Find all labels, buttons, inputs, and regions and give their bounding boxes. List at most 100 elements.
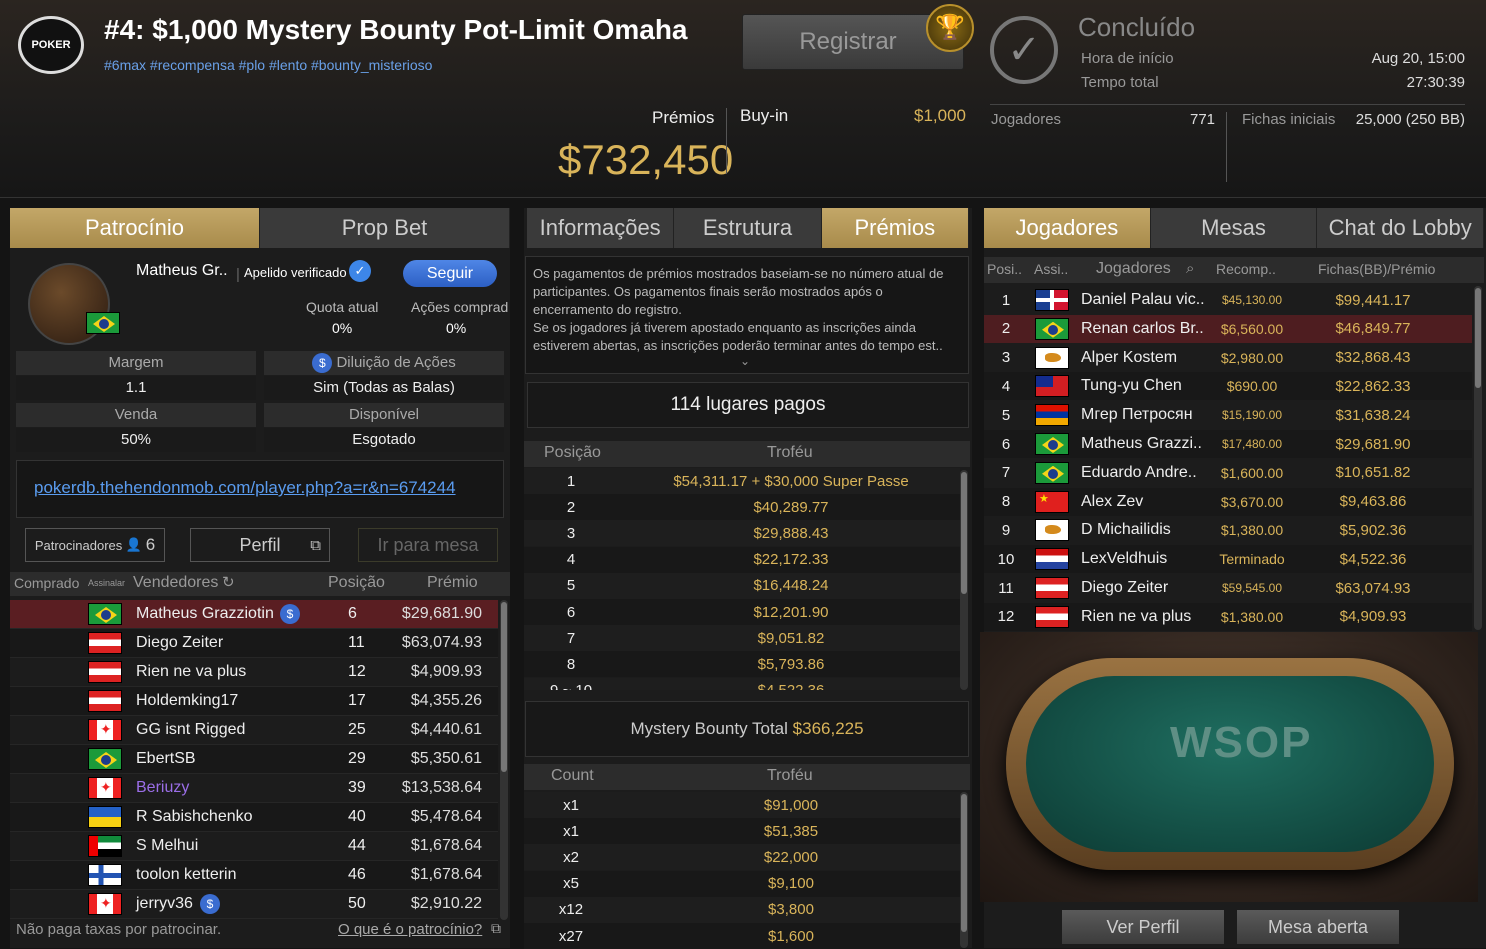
seller-position: 11 (348, 634, 365, 651)
player-position: 10 (997, 550, 1015, 568)
tab-structure[interactable]: Estrutura (674, 208, 822, 248)
sellers-scrollbar[interactable] (500, 600, 508, 920)
at-flag-icon (88, 632, 122, 654)
bounty-trophy: $22,000 (763, 848, 819, 866)
col-trophy: Troféu (767, 767, 813, 784)
table-row[interactable]: Diego Zeiter 11 $63,074.93 (10, 629, 498, 658)
players-scrollbar[interactable] (1474, 286, 1482, 630)
table-row[interactable]: EbertSB 29 $5,350.61 (10, 745, 498, 774)
seller-name: Matheus Grazziotin (136, 605, 274, 622)
player-prize: $29,681.90 (1335, 435, 1411, 453)
prize-row: 3 $29,888.43 (524, 520, 960, 547)
seller-prize: $4,440.61 (410, 721, 482, 738)
tab-prop-bet[interactable]: Prop Bet (260, 208, 510, 248)
table-row[interactable]: R Sabishchenko 40 $5,478.64 (10, 803, 498, 832)
seller-position: 12 (348, 663, 366, 680)
follow-button[interactable]: Seguir (403, 260, 497, 287)
table-row[interactable]: 7 Eduardo Andre.. $1,600.00 $10,651.82 (984, 458, 1472, 487)
open-table-button[interactable]: Mesa aberta (1237, 910, 1399, 944)
search-icon[interactable]: ⌕ (1186, 260, 1194, 277)
table-row[interactable]: 12 Rien ne va plus $1,380.00 $4,909.93 (984, 602, 1472, 631)
tournament-tags[interactable]: #6max #recompensa #plo #lento #bounty_mi… (104, 57, 432, 73)
col-position[interactable]: Posi.. (987, 261, 1022, 277)
player-name: Daniel Palau vic.. (1081, 291, 1205, 308)
table-row[interactable]: toolon ketterin 46 $1,678.64 (10, 861, 498, 890)
table-row[interactable]: 1 Daniel Palau vic.. $45,130.00 $99,441.17 (984, 286, 1472, 314)
col-players[interactable]: Jogadores (1096, 260, 1171, 278)
hendonmob-link[interactable]: pokerdb.thehendonmob.com/player.php?a=r&… (34, 478, 456, 498)
starting-chips-label: Fichas iniciais (1242, 111, 1336, 128)
sale-label: Venda (16, 403, 256, 427)
total-time-label: Tempo total (1081, 74, 1159, 91)
quota-value: 0% (332, 320, 353, 336)
player-name: Rien ne va plus (1081, 607, 1192, 625)
tab-info[interactable]: Informações (527, 208, 675, 248)
bounty-row: x1 $91,000 (524, 792, 960, 818)
col-chips-prize[interactable]: Fichas(BB)/Prémio (1318, 261, 1435, 277)
sponsors-button[interactable]: Patrocinadores 👤 6 (25, 528, 165, 562)
player-bounty: $1,380.00 (1220, 522, 1284, 539)
player-bounty: $690.00 (1226, 378, 1278, 395)
view-profile-button[interactable]: Ver Perfil (1062, 910, 1224, 944)
table-row[interactable]: Rien ne va plus 12 $4,909.93 (10, 658, 498, 687)
prize-scrollbar[interactable] (960, 470, 968, 690)
chevron-down-icon[interactable]: ⌄ (740, 354, 750, 368)
table-row[interactable]: 4 Tung-yu Chen $690.00 $22,862.33 (984, 372, 1472, 401)
payout-info-text: Os pagamentos de prémios mostrados basei… (533, 266, 944, 353)
seller-position: 29 (348, 750, 366, 767)
tab-players[interactable]: Jogadores (984, 208, 1151, 248)
col-position[interactable]: Posição (328, 574, 385, 592)
sponsorship-help-link[interactable]: O que é o patrocínio? (338, 921, 482, 938)
tab-prizes[interactable]: Prémios (821, 208, 969, 248)
player-position: 12 (997, 608, 1015, 626)
prize-position: 6 (566, 603, 576, 621)
player-bounty: $1,600.00 (1220, 464, 1284, 481)
table-row[interactable]: Matheus Grazziotin $6 $29,681.90 (10, 600, 498, 629)
player-prize: $46,849.77 (1335, 320, 1411, 338)
table-row[interactable]: jerryv36 $50 $2,910.22 (10, 890, 498, 919)
player-bounty: $6,560.00 (1220, 320, 1284, 337)
tab-lobby-chat[interactable]: Chat do Lobby (1317, 208, 1485, 248)
prize-row: 7 $9,051.82 (524, 625, 960, 652)
profile-button[interactable]: Perfil ⧉ (190, 528, 330, 562)
table-row[interactable]: 8 Alex Zev $3,670.00 $9,463.86 (984, 487, 1472, 516)
player-prize: $63,074.93 (1335, 579, 1411, 597)
table-row[interactable]: Beriuzy 39 $13,538.64 (10, 774, 498, 803)
table-logo: WSOP (1170, 718, 1313, 767)
table-row[interactable]: 3 Alper Kostem $2,980.00 $32,868.43 (984, 343, 1472, 372)
margin-label: Margem (16, 351, 256, 375)
tab-sponsorship[interactable]: Patrocínio (10, 208, 260, 248)
prize-trophy: $4,522.36 (618, 682, 964, 690)
player-name: Matheus Gr.. (136, 262, 228, 279)
mystery-bounty-value: $366,225 (792, 719, 864, 738)
coin-icon: $ (280, 604, 300, 624)
col-mark[interactable]: Assi.. (1034, 261, 1068, 277)
table-row[interactable]: 5 Мгер Петросян $15,190.00 $31,638.24 (984, 401, 1472, 430)
seller-name: Rien ne va plus (136, 663, 247, 680)
player-bounty: $45,130.00 (1221, 293, 1283, 307)
nl-flag-icon (1035, 548, 1069, 571)
cy-flag-icon (1035, 519, 1069, 542)
col-bounty[interactable]: Recomp.. (1216, 261, 1276, 277)
bounty-count: x5 (563, 875, 579, 893)
table-row[interactable]: GG isnt Rigged 25 $4,440.61 (10, 716, 498, 745)
table-row[interactable]: 2 Renan carlos Br.. $6,560.00 $46,849.77 (984, 314, 1472, 343)
tab-tables[interactable]: Mesas (1150, 208, 1318, 248)
prize-position: 3 (566, 524, 576, 542)
table-row[interactable]: Holdemking17 17 $4,355.26 (10, 687, 498, 716)
refresh-icon[interactable]: ↻ (222, 573, 235, 591)
player-prize: $9,463.86 (1339, 493, 1407, 511)
table-row[interactable]: 10 LexVeldhuis Terminado $4,522.36 (984, 545, 1472, 574)
player-name: Alper Kostem (1081, 348, 1178, 366)
player-prize: $32,868.43 (1335, 349, 1411, 367)
bounty-scrollbar[interactable] (960, 792, 968, 948)
table-row[interactable]: 6 Matheus Grazzi.. $17,480.00 $29,681.90 (984, 430, 1472, 458)
table-row[interactable]: S Melhui 44 $1,678.64 (10, 832, 498, 861)
seller-position: 40 (348, 808, 366, 825)
col-sellers[interactable]: Vendedores (133, 574, 218, 592)
col-prize[interactable]: Prémio (427, 574, 478, 592)
table-row[interactable]: 9 D Michailidis $1,380.00 $5,902.36 (984, 516, 1472, 545)
buyin-label: Buy-in (740, 106, 789, 125)
table-row[interactable]: 11 Diego Zeiter $59,545.00 $63,074.93 (984, 574, 1472, 602)
go-to-table-button[interactable]: Ir para mesa (358, 528, 498, 562)
